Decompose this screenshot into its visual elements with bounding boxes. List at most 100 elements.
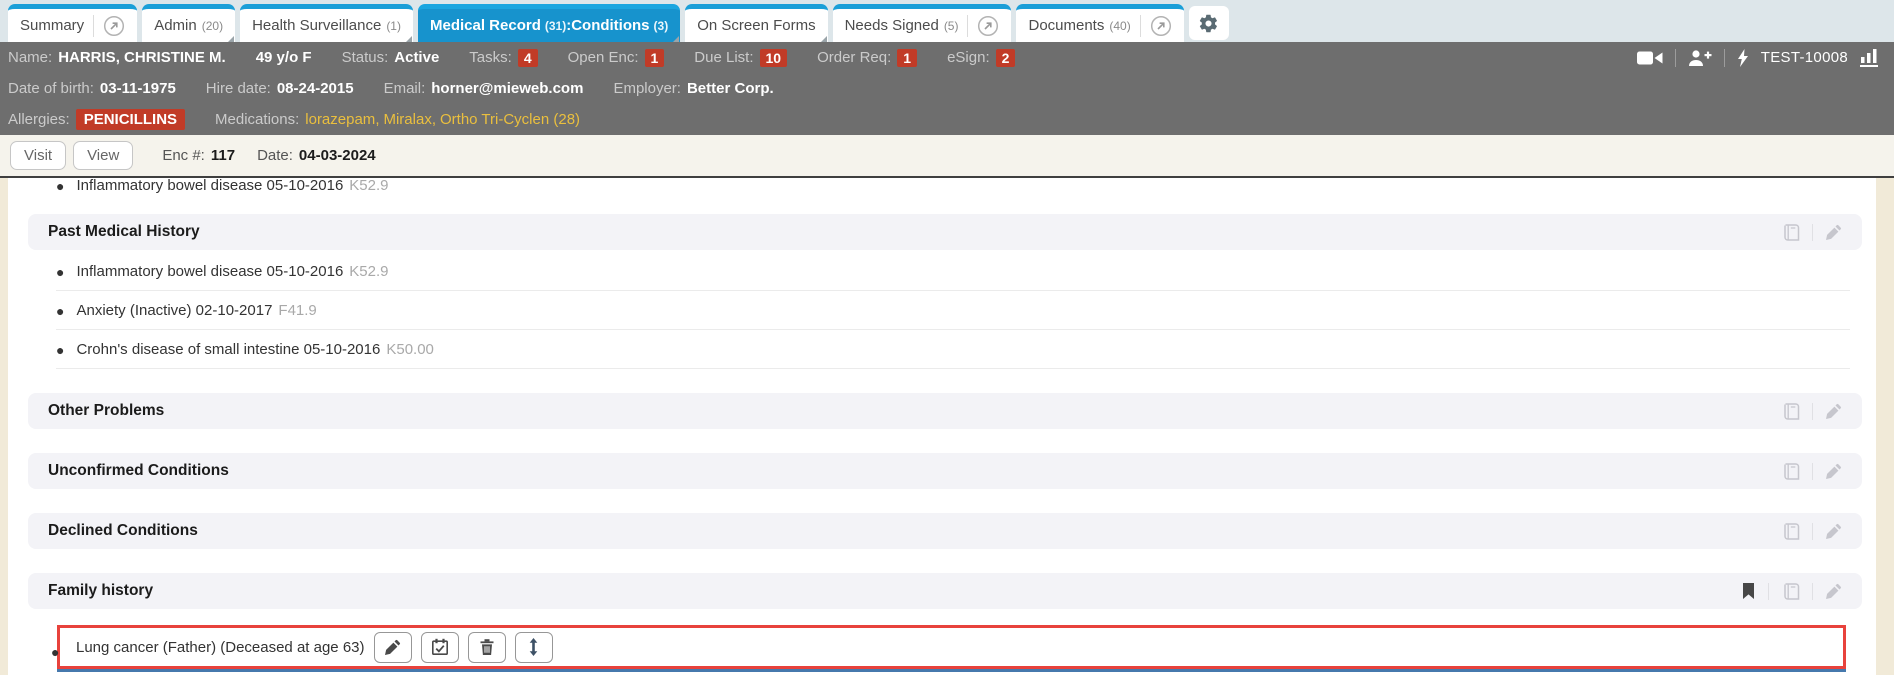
tab-admin[interactable]: Admin (20)	[142, 4, 235, 42]
pencil-icon[interactable]	[1812, 583, 1854, 600]
tab-label: On Screen Forms	[697, 17, 815, 34]
pencil-icon[interactable]	[1812, 224, 1854, 241]
patient-header: Name: HARRIS, CHRISTINE M. 49 y/o F Stat…	[0, 42, 1894, 135]
order-req-badge[interactable]: 1	[897, 49, 917, 67]
condition-text: Inflammatory bowel disease 05-10-2016	[76, 263, 343, 280]
patient-header-row-2: Date of birth: 03-11-1975 Hire date: 08-…	[0, 73, 1894, 104]
icd-code: K52.9	[349, 263, 388, 280]
tab-health-surveillance[interactable]: Health Surveillance (1)	[240, 4, 413, 42]
pencil-icon[interactable]	[1812, 523, 1854, 540]
tab-count: (40)	[1109, 19, 1130, 33]
tab-label: Admin	[154, 17, 197, 34]
bullet: ●	[51, 644, 59, 660]
past-medical-history-items: ● Inflammatory bowel disease 05-10-2016 …	[8, 252, 1876, 369]
book-icon[interactable]	[1769, 523, 1812, 540]
book-icon[interactable]	[1769, 463, 1812, 480]
section-header-family-history: Family history	[28, 573, 1862, 609]
divider	[1675, 49, 1676, 67]
dob-value: 03-11-1975	[100, 80, 176, 97]
condition-text: Anxiety (Inactive) 02-10-2017	[76, 302, 272, 319]
arrows-updown-icon-button[interactable]	[515, 632, 553, 663]
family-history-text: Lung cancer (Father) (Deceased at age 63…	[76, 639, 365, 656]
popout-icon[interactable]	[967, 15, 999, 37]
bullet: ●	[56, 178, 64, 194]
icd-code: K52.9	[349, 178, 388, 194]
section-title: Past Medical History	[48, 223, 200, 241]
enc-number-value: 117	[211, 147, 235, 164]
email-label: Email:	[384, 80, 426, 97]
allergy-badge[interactable]: PENICILLINS	[76, 109, 185, 130]
trash-icon-button[interactable]	[468, 632, 506, 663]
video-camera-icon[interactable]	[1637, 50, 1663, 66]
pencil-icon[interactable]	[1812, 403, 1854, 420]
email-value[interactable]: horner@mieweb.com	[431, 80, 583, 97]
popout-icon[interactable]	[1140, 15, 1172, 37]
visit-button[interactable]: Visit	[10, 141, 66, 170]
conditions-panel: ● Inflammatory bowel disease 05-10-2016 …	[8, 178, 1876, 675]
bullet: ●	[56, 264, 64, 280]
open-enc-badge[interactable]: 1	[645, 49, 665, 67]
tab-count: (20)	[202, 19, 223, 33]
condition-text: Inflammatory bowel disease 05-10-2016	[76, 178, 343, 194]
book-icon[interactable]	[1769, 224, 1812, 241]
bar-chart-icon[interactable]	[1860, 49, 1878, 67]
list-item[interactable]: ● Anxiety (Inactive) 02-10-2017 F41.9	[56, 291, 1850, 330]
due-list-label: Due List:	[694, 49, 753, 66]
section-header-unconfirmed-conditions: Unconfirmed Conditions	[28, 453, 1862, 489]
section-header-other-problems: Other Problems	[28, 393, 1862, 429]
employer-value: Better Corp.	[687, 80, 774, 97]
tab-summary[interactable]: Summary	[8, 4, 137, 42]
order-req-label: Order Req:	[817, 49, 891, 66]
medication-link[interactable]: Ortho Tri-Cyclen (28)	[440, 111, 580, 128]
popout-icon[interactable]	[93, 15, 125, 37]
list-item[interactable]: ● Inflammatory bowel disease 05-10-2016 …	[56, 178, 1850, 204]
medication-link[interactable]: Miralax	[383, 111, 431, 128]
tab-label: Summary	[20, 17, 84, 34]
dob-label: Date of birth:	[8, 80, 94, 97]
tab-medical-record[interactable]: Medical Record (31) :Conditions (3)	[418, 4, 680, 42]
tab-documents[interactable]: Documents (40)	[1016, 4, 1183, 42]
tab-bar: Summary Admin (20) Health Surveillance (…	[0, 0, 1894, 42]
book-icon[interactable]	[1768, 583, 1812, 600]
calendar-check-button[interactable]	[421, 632, 459, 663]
divider	[1724, 49, 1725, 67]
bookmark-icon[interactable]	[1729, 582, 1768, 600]
tab-count: (1)	[386, 19, 401, 33]
tab-suffix-count: (3)	[654, 19, 669, 33]
bolt-icon[interactable]	[1737, 49, 1749, 67]
tasks-badge[interactable]: 4	[518, 49, 538, 67]
esign-badge[interactable]: 2	[996, 49, 1016, 67]
enc-date-label: Date:	[257, 147, 293, 164]
patient-id: TEST-10008	[1761, 49, 1848, 66]
clipped-list-item: ● Inflammatory bowel disease 05-10-2016 …	[8, 178, 1876, 204]
tab-needs-signed[interactable]: Needs Signed (5)	[833, 4, 1012, 42]
section-title: Family history	[48, 582, 153, 600]
tab-label: Needs Signed	[845, 17, 939, 34]
family-history-highlighted-row[interactable]: ● Lung cancer (Father) (Deceased at age …	[57, 625, 1846, 669]
edit-pencil-button[interactable]	[374, 632, 412, 663]
view-button[interactable]: View	[73, 141, 133, 170]
due-list-badge[interactable]: 10	[760, 49, 788, 67]
person-add-icon[interactable]	[1688, 49, 1712, 67]
tab-on-screen-forms[interactable]: On Screen Forms	[685, 4, 827, 42]
name-label: Name:	[8, 49, 52, 66]
patient-header-row-3: Allergies: PENICILLINS Medications: lora…	[0, 104, 1894, 135]
patient-header-row-1: Name: HARRIS, CHRISTINE M. 49 y/o F Stat…	[0, 42, 1894, 73]
list-item[interactable]: ● Inflammatory bowel disease 05-10-2016 …	[56, 252, 1850, 291]
section-header-past-medical-history: Past Medical History	[28, 214, 1862, 250]
medication-link[interactable]: lorazepam	[305, 111, 375, 128]
medications-label: Medications:	[215, 111, 299, 128]
tab-label: Medical Record	[430, 17, 541, 34]
open-enc-label: Open Enc:	[568, 49, 639, 66]
bullet: ●	[56, 303, 64, 319]
esign-label: eSign:	[947, 49, 990, 66]
patient-name[interactable]: HARRIS, CHRISTINE M.	[58, 49, 226, 66]
tab-label: Health Surveillance	[252, 17, 381, 34]
pencil-icon[interactable]	[1812, 463, 1854, 480]
settings-button[interactable]	[1189, 6, 1229, 40]
tab-label: Documents	[1028, 17, 1104, 34]
section-title: Unconfirmed Conditions	[48, 462, 229, 480]
book-icon[interactable]	[1769, 403, 1812, 420]
employer-label: Employer:	[613, 80, 681, 97]
list-item[interactable]: ● Crohn's disease of small intestine 05-…	[56, 330, 1850, 369]
